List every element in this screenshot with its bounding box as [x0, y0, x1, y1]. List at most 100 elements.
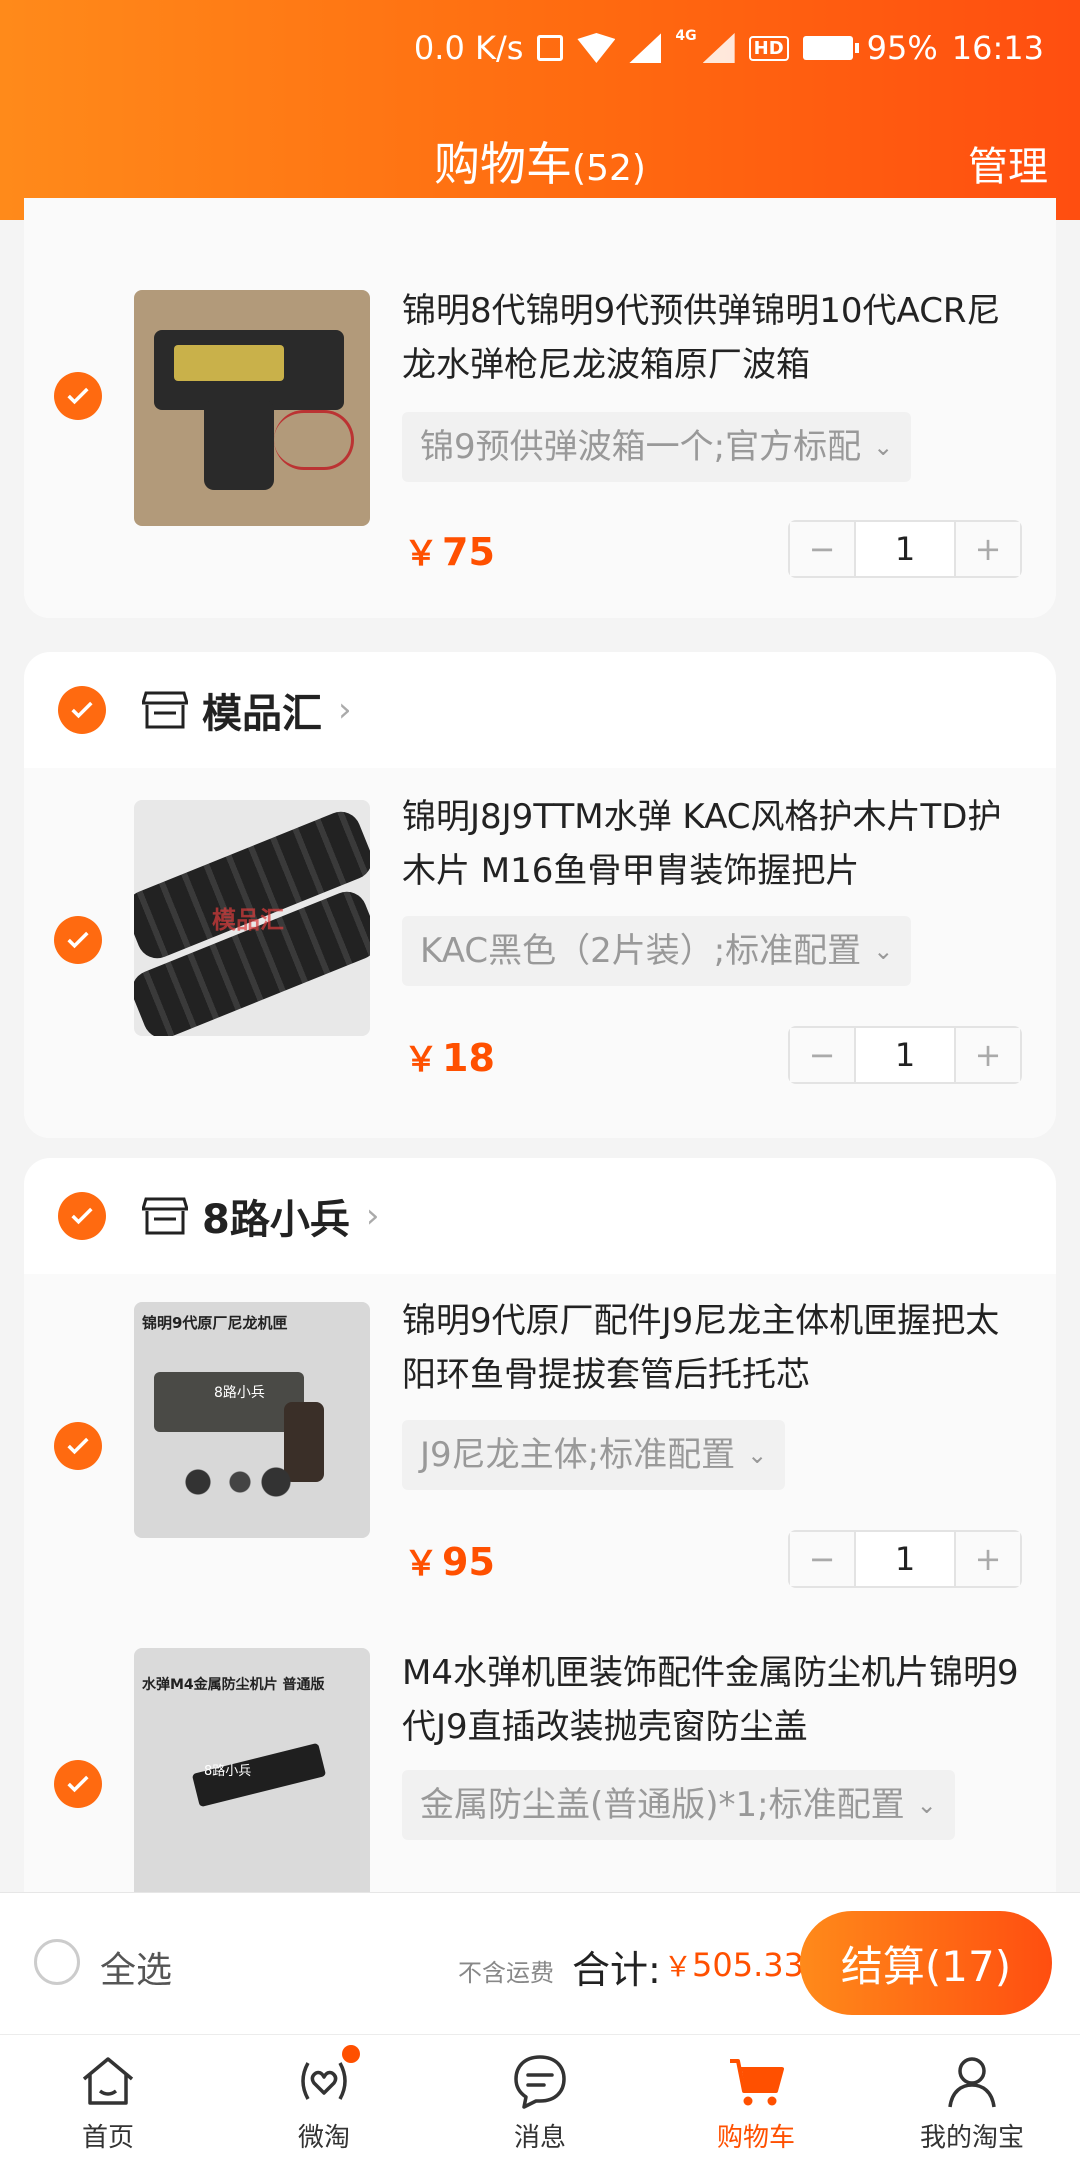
shop-name[interactable]: 8路小兵 [202, 1187, 350, 1245]
quantity-value[interactable]: 1 [854, 1532, 956, 1586]
shop-card-1: 锦明8代锦明9代预供弹锦明10代ACR尼龙水弹枪尼龙波箱原厂波箱 锦9预供弹波箱… [24, 198, 1056, 618]
product-price: ￥ 95 [404, 1536, 495, 1585]
check-icon [67, 1437, 89, 1455]
shop-header[interactable]: 模品汇 › [24, 652, 1056, 768]
battery-icon [802, 36, 859, 60]
shipping-note: 不含运费 [458, 1959, 554, 1987]
message-icon [514, 2055, 566, 2109]
item-checkbox[interactable] [54, 1422, 102, 1470]
increase-button[interactable]: + [956, 522, 1020, 576]
item-checkbox[interactable] [54, 372, 102, 420]
page-title: 购物车(52) [0, 128, 1080, 194]
tab-label: 首页 [81, 2123, 134, 2153]
tab-messages[interactable]: 消息 [432, 2035, 648, 2160]
cart-item: 锦明8代锦明9代预供弹锦明10代ACR尼龙水弹枪尼龙波箱原厂波箱 锦9预供弹波箱… [24, 198, 1056, 618]
increase-button[interactable]: + [956, 1532, 1020, 1586]
image-caption: 水弹M4金属防尘机片 普通版 [142, 1677, 325, 1693]
shop-card-3: 8路小兵 › 锦明9代原厂尼龙机匣 8路小兵 锦明9代原厂配件J9尼龙主体机匣握… [24, 1158, 1056, 1892]
quantity-stepper: − 1 + [788, 1026, 1022, 1084]
check-icon [67, 931, 89, 949]
tab-home[interactable]: 首页 [0, 2035, 216, 2160]
image-watermark: 8路小兵 [204, 1764, 252, 1779]
gearbox-image [134, 290, 370, 526]
store-icon [142, 691, 188, 729]
total-label: 合计: [572, 1948, 661, 1992]
total-amount: ￥505.33 [664, 1945, 804, 1985]
decrease-button[interactable]: − [790, 1532, 854, 1586]
shop-checkbox[interactable] [58, 686, 106, 734]
quantity-value[interactable]: 1 [854, 522, 956, 576]
sku-selector[interactable]: 锦9预供弹波箱一个;官方标配 ⌄ [402, 412, 912, 482]
signal-icon [629, 33, 662, 63]
cart-item: 水弹M4金属防尘机片 普通版 8路小兵 M4水弹机匣装饰配件金属防尘机片锦明9代… [24, 1644, 1056, 1892]
product-image[interactable]: 水弹M4金属防尘机片 普通版 8路小兵 [134, 1648, 370, 1892]
tab-label: 微淘 [297, 2123, 350, 2153]
quantity-stepper: − 1 + [788, 520, 1022, 578]
currency-symbol: ￥ [404, 534, 438, 574]
product-title[interactable]: 锦明9代原厂配件J9尼龙主体机匣握把太阳环鱼骨提拔套管后托托芯 [402, 1294, 1032, 1402]
network-type: 4G [675, 28, 697, 44]
vibrate-icon [537, 35, 564, 61]
product-title[interactable]: M4水弹机匣装饰配件金属防尘机片锦明9代J9直插改装抛壳窗防尘盖 [402, 1646, 1032, 1754]
dust-cover-image: 水弹M4金属防尘机片 普通版 8路小兵 [134, 1648, 370, 1892]
shop-header[interactable]: 8路小兵 › [24, 1158, 1056, 1274]
item-checkbox[interactable] [54, 1760, 102, 1808]
tab-label: 我的淘宝 [919, 2123, 1024, 2153]
receiver-image: 锦明9代原厂尼龙机匣 8路小兵 [134, 1302, 370, 1538]
signal-icon-2 [702, 33, 735, 63]
sku-selector[interactable]: KAC黑色（2片装）;标准配置 ⌄ [402, 916, 912, 986]
status-bar: 0.0 K/s 4G HD 95% 16:13 [414, 26, 1044, 70]
network-speed: 0.0 K/s [413, 29, 524, 67]
manage-button[interactable]: 管理 [968, 134, 1048, 192]
image-watermark: 8路小兵 [214, 1385, 265, 1401]
store-icon [142, 1197, 188, 1235]
product-image[interactable]: 模品汇 [134, 800, 370, 1036]
shop-card-2: 模品汇 › 模品汇 锦明J8J9TTM水弹 KAC风格护木片TD护木片 M16鱼… [24, 652, 1056, 1138]
chevron-right-icon: › [365, 1196, 380, 1236]
chevron-down-icon: ⌄ [873, 433, 894, 461]
tab-cart[interactable]: 购物车 [648, 2035, 864, 2160]
sku-selector[interactable]: J9尼龙主体;标准配置 ⌄ [402, 1420, 786, 1490]
shop-checkbox[interactable] [58, 1192, 106, 1240]
currency-symbol: ￥ [404, 1544, 438, 1584]
check-icon [67, 1775, 89, 1793]
check-icon [67, 387, 89, 405]
chevron-right-icon: › [338, 690, 352, 730]
price-value: 18 [442, 1036, 495, 1080]
price-value: 75 [442, 530, 495, 574]
currency-symbol: ￥ [404, 1040, 438, 1080]
select-all-label[interactable]: 全选 [100, 1941, 172, 1993]
quantity-value[interactable]: 1 [854, 1028, 956, 1082]
increase-button[interactable]: + [956, 1028, 1020, 1082]
handguard-rail-image: 模品汇 [134, 800, 370, 1036]
sku-text: 金属防尘盖(普通版)*1;标准配置 [420, 1785, 905, 1825]
tab-profile[interactable]: 我的淘宝 [864, 2035, 1080, 2160]
product-title[interactable]: 锦明8代锦明9代预供弹锦明10代ACR尼龙水弹枪尼龙波箱原厂波箱 [402, 284, 1032, 392]
sku-selector[interactable]: 金属防尘盖(普通版)*1;标准配置 ⌄ [402, 1770, 955, 1840]
cart-icon [730, 2059, 784, 2106]
check-icon [71, 701, 93, 719]
hd-badge: HD [748, 35, 789, 61]
decrease-button[interactable]: − [790, 1028, 854, 1082]
tab-label: 购物车 [716, 2123, 795, 2153]
notification-dot [342, 2045, 360, 2063]
sku-text: 锦9预供弹波箱一个;官方标配 [420, 427, 862, 467]
title-text: 购物车 [434, 137, 573, 191]
battery-level: 95% [866, 29, 938, 67]
bottom-tab-bar: 首页 微淘 消息 购物车 我的淘宝 [0, 2034, 1080, 2160]
decrease-button[interactable]: − [790, 522, 854, 576]
check-icon [71, 1207, 93, 1225]
price-value: 95 [442, 1540, 495, 1584]
product-image[interactable] [134, 290, 370, 526]
cart-item: 锦明9代原厂尼龙机匣 8路小兵 锦明9代原厂配件J9尼龙主体机匣握把太阳环鱼骨提… [24, 1274, 1056, 1644]
select-all-checkbox[interactable] [34, 1939, 80, 1985]
tab-weitao[interactable]: 微淘 [216, 2035, 432, 2160]
shop-name[interactable]: 模品汇 [202, 681, 322, 739]
home-icon [82, 2057, 134, 2105]
product-image[interactable]: 锦明9代原厂尼龙机匣 8路小兵 [134, 1302, 370, 1538]
item-checkbox[interactable] [54, 916, 102, 964]
product-title[interactable]: 锦明J8J9TTM水弹 KAC风格护木片TD护木片 M16鱼骨甲胄装饰握把片 [402, 790, 1032, 898]
sku-text: KAC黑色（2片装）;标准配置 [420, 931, 862, 971]
checkout-button[interactable]: 结算(17) [800, 1911, 1052, 2015]
product-price: ￥ 18 [404, 1032, 495, 1081]
